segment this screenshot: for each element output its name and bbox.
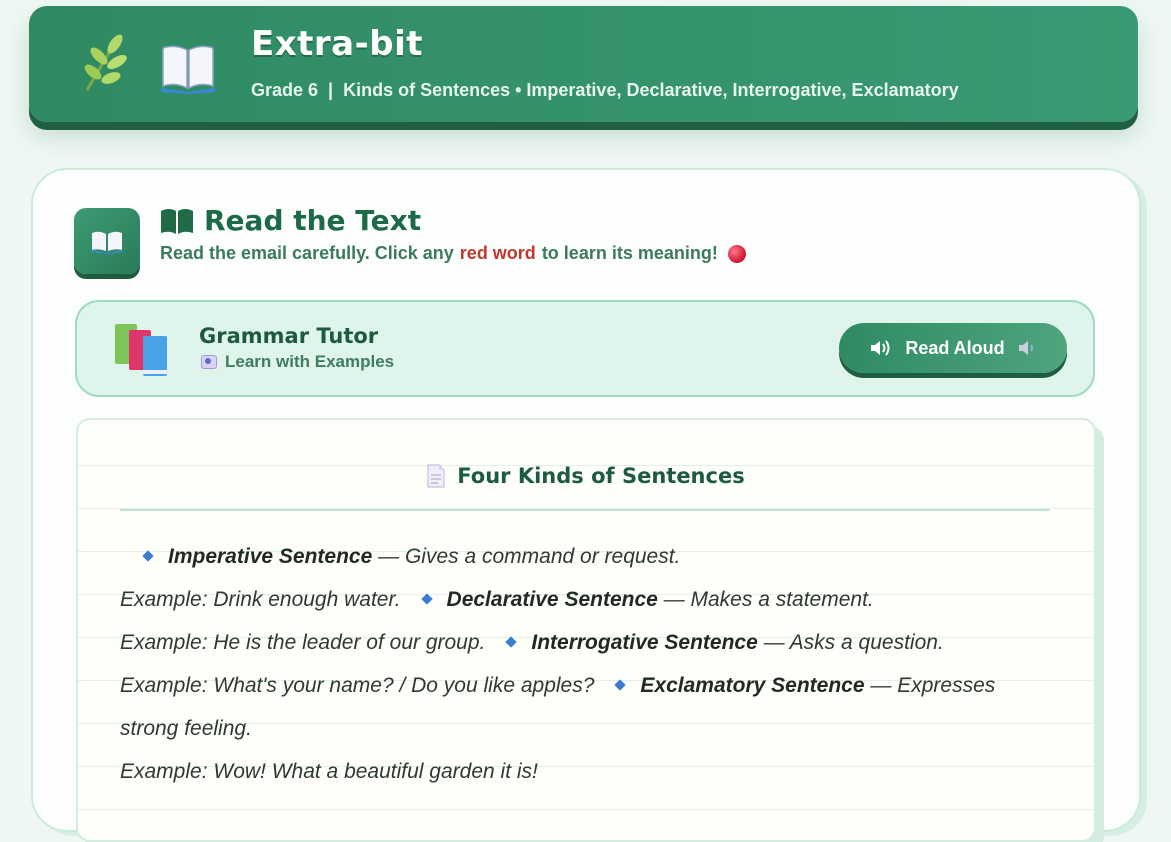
term-imperative: Imperative Sentence	[168, 545, 373, 568]
read-aloud-button[interactable]: Read Aloud	[839, 323, 1067, 373]
speaker-low-icon	[1018, 341, 1033, 355]
green-book-icon	[161, 208, 193, 234]
tutor-name: Grammar Tutor	[199, 324, 379, 348]
red-word-hint: red word	[459, 243, 536, 263]
app-title: Extra-bit	[251, 24, 423, 64]
open-book-icon	[161, 45, 215, 94]
header-banner: Extra-bit Grade 6 | Kinds of Sentences •…	[29, 6, 1138, 122]
stacked-books-icon	[115, 324, 167, 376]
notebook-title: Four Kinds of Sentences	[78, 464, 1094, 488]
section-title: Read the Text	[160, 204, 421, 237]
diamond-bullet-icon	[420, 593, 433, 605]
term-declarative: Declarative Sentence	[446, 588, 658, 611]
grammar-tutor-bar: Grammar Tutor Learn with Examples Read A…	[75, 300, 1095, 397]
section-instruction: Read the email carefully. Click any red …	[160, 243, 746, 264]
sentence-kinds-text: Imperative Sentence — Gives a command or…	[120, 545, 996, 783]
document-icon	[427, 464, 445, 488]
term-exclamatory: Exclamatory Sentence	[640, 674, 865, 697]
diamond-bullet-icon	[142, 550, 154, 562]
red-circle-icon	[727, 244, 746, 263]
section-title-text: Read the Text	[204, 204, 422, 237]
section-book-icon	[74, 208, 140, 274]
divider	[120, 509, 1050, 511]
tutor-subtitle: Learn with Examples	[201, 352, 394, 372]
leaf-icon	[84, 34, 127, 91]
camera-icon	[201, 355, 217, 369]
diamond-bullet-icon	[505, 636, 518, 648]
read-aloud-label: Read Aloud	[905, 337, 1005, 358]
header-subtitle: Grade 6 | Kinds of Sentences • Imperativ…	[251, 80, 959, 100]
term-interrogative: Interrogative Sentence	[531, 631, 758, 654]
notebook-panel: Four Kinds of Sentences Imperative Sente…	[76, 418, 1096, 842]
diamond-bullet-icon	[614, 679, 627, 691]
speaker-icon	[871, 340, 890, 356]
